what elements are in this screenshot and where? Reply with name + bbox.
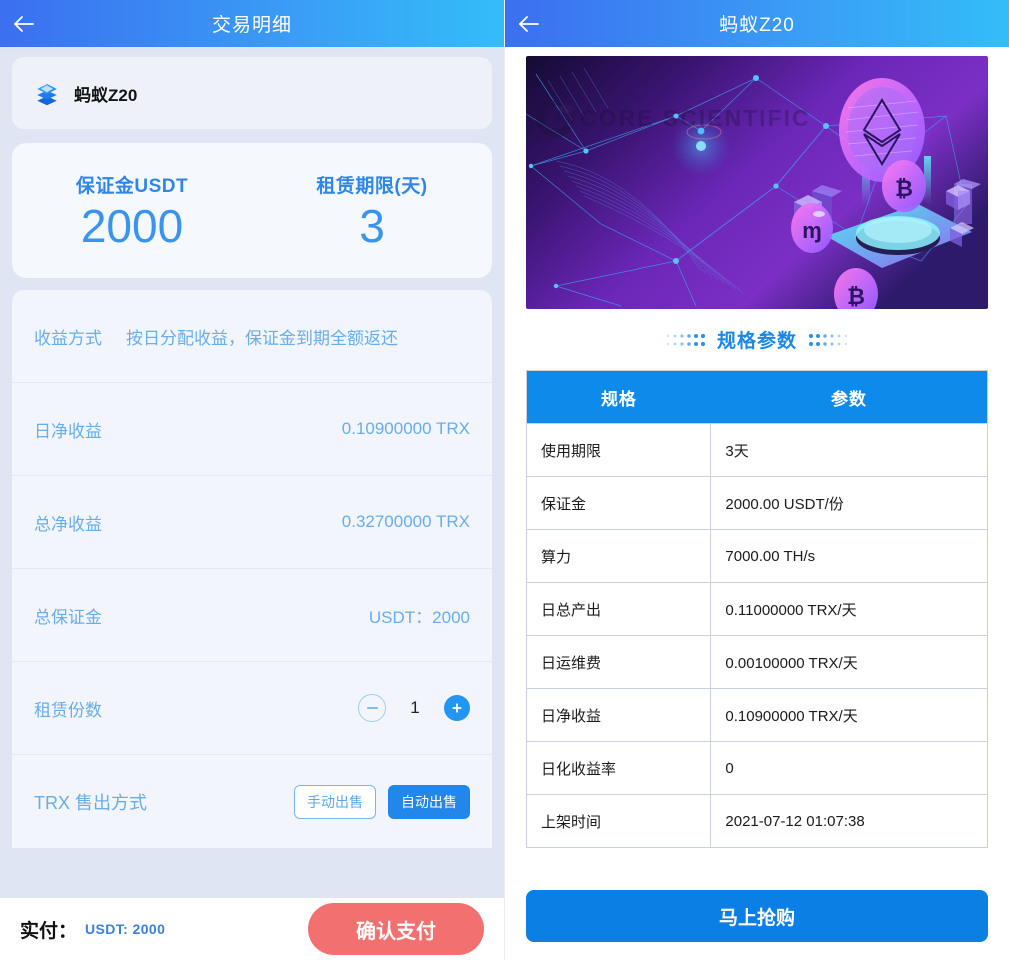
detail-row-quantity: 租赁份数 1 [12,662,492,755]
page-title: 交易明细 [211,15,292,36]
table-row: 上架时间 2021-07-12 01:07:38 [526,794,988,848]
spec-value: 0.10900000 TRX/天 [710,688,988,742]
product-card: 蚂蚁Z20 [12,57,492,129]
sell-mode-auto-button[interactable]: 自动出售 [388,784,470,819]
spec-value: 2000.00 USDT/份 [710,476,988,530]
stacked-cube-icon [37,84,57,106]
svg-text:₿: ₿ [895,176,913,201]
row-label: 总净收益 [34,514,102,534]
transaction-detail-screen: 交易明细 蚂蚁Z20 保证金USDT 2000 租赁期限(天) 3 收益方式 按… [0,0,504,960]
spec-section-title: 规格参数 [505,326,1009,353]
dots-left-decoration-icon [666,333,706,346]
row-value: USDT：2000 [368,607,470,627]
table-row: 日总产出 0.11000000 TRX/天 [526,582,988,636]
svg-text:CORE SCIENTIFIC: CORE SCIENTIFIC [580,105,811,131]
stat-duration: 租赁期限(天) 3 [252,171,492,250]
table-row: 算力 7000.00 TH/s [526,529,988,583]
pay-amount: USDT: 2000 [85,921,166,937]
table-row: 保证金 2000.00 USDT/份 [526,476,988,530]
stat-deposit: 保证金USDT 2000 [12,171,252,250]
spec-name: 日总产出 [526,582,712,636]
product-detail-screen: 蚂蚁Z20 CORE SCIENTIFIC ₿ ɱ ₿ 规格参数 规格 参数 使… [504,0,1009,960]
dual-screenshot-container: 交易明细 蚂蚁Z20 保证金USDT 2000 租赁期限(天) 3 收益方式 按… [0,0,1009,960]
svg-text:ɱ: ɱ [802,218,822,243]
row-value: 0.10900000 TRX [341,419,470,438]
section-title-label: 规格参数 [716,331,797,352]
spec-value: 0 [710,741,988,795]
minus-circle-icon[interactable] [358,694,386,722]
summary-stats-card: 保证金USDT 2000 租赁期限(天) 3 [12,143,492,278]
spec-value: 2021-07-12 01:07:38 [710,794,988,848]
dots-right-decoration-icon [808,333,848,346]
sell-mode-manual-button[interactable]: 手动出售 [294,784,376,819]
detail-row-daily-net-income: 日净收益 0.10900000 TRX [12,383,492,476]
spec-col-header-value: 参数 [710,370,988,424]
row-value: 按日分配收益，保证金到期全额返还 [126,328,398,348]
detail-row-income-method: 收益方式 按日分配收益，保证金到期全额返还 [12,290,492,383]
product-banner-image: CORE SCIENTIFIC ₿ ɱ ₿ [526,56,988,309]
row-label: 收益方式 [34,328,102,348]
stat-duration-label: 租赁期限(天) [316,175,428,197]
table-row: 日运维费 0.00100000 TRX/天 [526,635,988,689]
hero-image-wrapper: CORE SCIENTIFIC ₿ ɱ ₿ [505,47,1009,309]
spec-name: 保证金 [526,476,712,530]
left-scroll-area[interactable]: 蚂蚁Z20 保证金USDT 2000 租赁期限(天) 3 收益方式 按日分配收益… [0,47,504,960]
spec-value: 3天 [710,423,988,477]
quantity-value: 1 [410,698,420,717]
row-label: 总保证金 [34,607,102,627]
detail-row-sell-mode: TRX 售出方式 手动出售 自动出售 [12,755,492,848]
back-arrow-icon [14,15,34,32]
row-label: TRX 售出方式 [34,792,148,813]
spec-name: 使用期限 [526,423,712,477]
table-row: 日净收益 0.10900000 TRX/天 [526,688,988,742]
stat-duration-value: 3 [359,199,385,252]
payment-bar: 实付： USDT: 2000 确认支付 [0,898,504,960]
stat-deposit-value: 2000 [80,199,184,252]
stat-deposit-label: 保证金USDT [75,175,189,197]
buy-now-button[interactable]: 马上抢购 [526,890,988,942]
pay-label: 实付： [20,920,78,942]
row-value: 0.32700000 TRX [341,512,470,531]
quantity-stepper: 1 [358,694,470,722]
spec-col-header-name: 规格 [526,370,711,424]
detail-row-total-net-income: 总净收益 0.32700000 TRX [12,476,492,569]
spec-value: 0.00100000 TRX/天 [710,635,988,689]
plus-circle-icon[interactable] [444,695,470,721]
confirm-payment-button[interactable]: 确认支付 [308,903,484,955]
spec-name: 上架时间 [526,794,712,848]
page-title: 蚂蚁Z20 [719,15,795,36]
detail-rows-card: 收益方式 按日分配收益，保证金到期全额返还 日净收益 0.10900000 TR… [12,290,492,848]
row-label: 日净收益 [34,421,102,441]
right-app-bar: 蚂蚁Z20 [505,0,1009,47]
sell-mode-options: 手动出售 自动出售 [294,784,470,819]
spec-table-header-row: 规格 参数 [526,370,988,424]
table-row: 日化收益率 0 [526,741,988,795]
detail-row-total-deposit: 总保证金 USDT：2000 [12,569,492,662]
svg-text:₿: ₿ [847,284,865,309]
minus-bar [366,707,378,709]
table-row: 使用期限 3天 [526,423,988,477]
spec-value: 0.11000000 TRX/天 [710,582,988,636]
left-app-bar: 交易明细 [0,0,504,47]
spec-name: 日运维费 [526,635,712,689]
product-name: 蚂蚁Z20 [74,85,138,105]
spec-name: 日化收益率 [526,741,712,795]
spec-value: 7000.00 TH/s [710,529,988,583]
back-arrow-icon [519,15,539,32]
back-button[interactable] [0,0,48,47]
spec-name: 日净收益 [526,688,712,742]
spec-name: 算力 [526,529,712,583]
plus-glyph [452,703,462,713]
back-button[interactable] [505,0,553,47]
row-label: 租赁份数 [34,700,102,720]
spec-table: 规格 参数 使用期限 3天 保证金 2000.00 USDT/份 算力 7000… [526,370,988,848]
